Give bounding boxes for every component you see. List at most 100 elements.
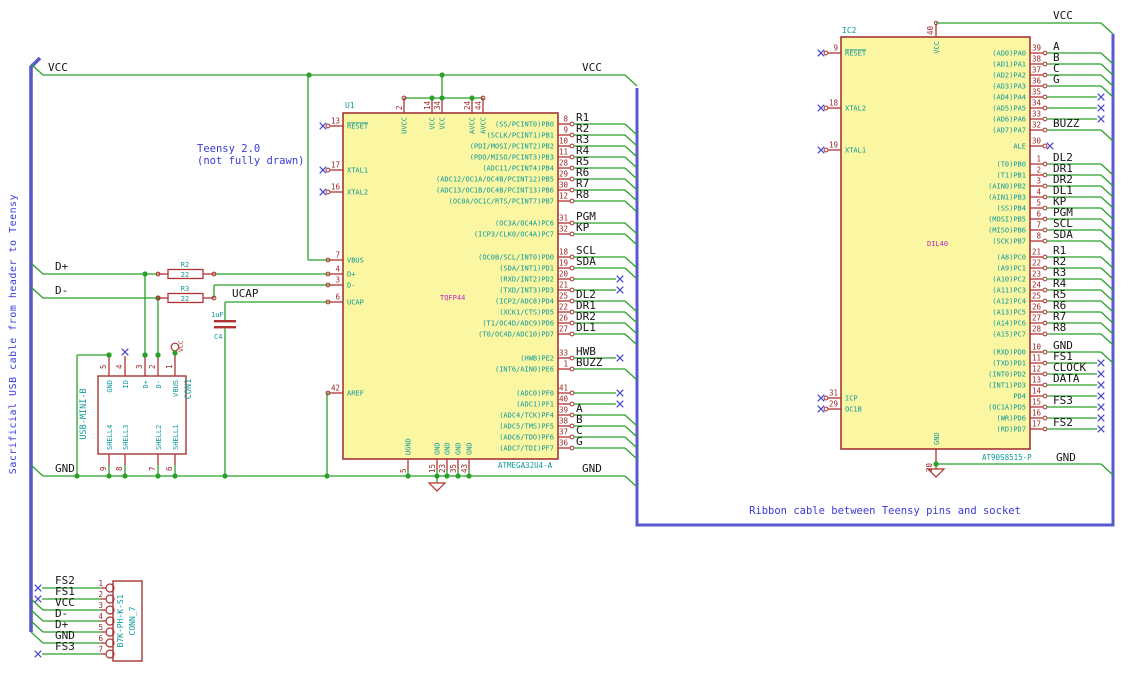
pin-name: (A10)PC2 <box>992 276 1026 284</box>
pin-number: 2 <box>1036 166 1041 175</box>
pin-number: 28 <box>559 159 569 168</box>
pin-number: 8 <box>1036 232 1041 241</box>
pin-number: 32 <box>1032 121 1041 130</box>
pin-name: (MISO)PB6 <box>988 227 1026 235</box>
pin-name: SHELL4 <box>106 425 114 450</box>
junction-dot <box>155 473 161 479</box>
pin-name: (T0)PB0 <box>996 161 1026 169</box>
pin-number: 5 <box>98 623 103 632</box>
pin-name: (SDA/INT1)PD1 <box>499 265 554 273</box>
pin-number: 40 <box>926 25 935 35</box>
pin-number: 11 <box>559 148 568 157</box>
pin-name: (SS/PCINT0)PB0 <box>495 121 554 129</box>
pin-name: (ADC13/OC1B/OC4B/PCINT13)PB6 <box>436 187 554 195</box>
pin-number: 29 <box>829 400 838 409</box>
pin-name: (OC1A)PD5 <box>988 404 1026 412</box>
junction-dot <box>142 352 148 358</box>
pin-number: 12 <box>1032 365 1041 374</box>
pin-name: (OC3A/OC4A)PC6 <box>495 220 554 228</box>
pin-number: 21 <box>559 281 568 290</box>
pin-name: RESET <box>347 123 369 131</box>
junction-dot <box>466 473 472 479</box>
net-label: G <box>576 435 583 448</box>
pin-number: 10 <box>1032 343 1042 352</box>
junction-dot <box>444 473 450 479</box>
pin-number: 31 <box>829 389 838 398</box>
pin-number: 43 <box>460 464 469 473</box>
junction-dot <box>155 352 161 358</box>
pin-number: 7 <box>335 251 340 260</box>
pin-name: (INT1)PD3 <box>988 382 1026 390</box>
net-label: DATA <box>1053 372 1080 385</box>
pin-number: 30 <box>1032 137 1042 146</box>
pin-name: (ADC6/TDO)PF6 <box>499 434 554 442</box>
c4-plate <box>214 320 236 323</box>
pin-number: 17 <box>1032 420 1041 429</box>
pin-name: (ADC0)PF0 <box>516 390 554 398</box>
junction-dot <box>469 95 475 101</box>
pin-name: (T1/OC4D/ADC9)PD6 <box>482 320 554 328</box>
pin-name: (A13)PC5 <box>992 309 1026 317</box>
pin-name: AREF <box>347 390 364 398</box>
pin-number: 12 <box>559 192 568 201</box>
pin-number: 34 <box>433 100 442 110</box>
pin-number: 38 <box>559 417 569 426</box>
pin-number: 31 <box>559 214 568 223</box>
component-ref: CON1 <box>184 379 194 399</box>
pin-number: 27 <box>559 325 568 334</box>
pin-name: (A14)PC6 <box>992 320 1026 328</box>
pin-number: 8 <box>115 466 124 471</box>
pin-number: 41 <box>559 384 568 393</box>
pin-name: OC1B <box>845 406 862 414</box>
pin-name: (RD)PD7 <box>996 426 1026 434</box>
pin-name: ICP <box>845 395 858 403</box>
pin-number: 23 <box>1032 270 1041 279</box>
net-label: FS3 <box>1053 394 1073 407</box>
pin-number: 8 <box>563 115 568 124</box>
pin-number: 21 <box>1032 248 1041 257</box>
pin-number: 11 <box>1032 354 1041 363</box>
pin-number: 1 <box>1036 155 1041 164</box>
pin-number: 38 <box>1032 55 1042 64</box>
pin-number: 2 <box>148 364 157 369</box>
junction-dot <box>74 473 80 479</box>
net-label-gnd-mid: GND <box>582 462 602 475</box>
pin-name: (MOSI)PB5 <box>988 216 1026 224</box>
pin-name: (ADC4/TCK)PF4 <box>499 412 554 420</box>
pin-name: AVCC <box>480 117 488 134</box>
note-sacrificial-usb-cable: Sacrificial USB cable from header to Tee… <box>8 194 19 474</box>
pin-name: (ICP2/ADC8)PD4 <box>495 298 554 306</box>
junction-dot <box>405 473 411 479</box>
pin-name: PD4 <box>1013 393 1026 401</box>
net-label: FS2 <box>1053 416 1073 429</box>
pin-name: D- <box>155 380 163 388</box>
pin-number: 30 <box>559 181 569 190</box>
pin-name: (OC0A/OC1C/RTS/PCINT7)PB7 <box>449 198 554 206</box>
pin-name: D- <box>347 282 355 290</box>
pin-name: XTAL1 <box>845 147 866 155</box>
pin-number: 7 <box>148 466 157 471</box>
note-teensy-line1: Teensy 2.0 <box>197 143 260 155</box>
pin-name: GND <box>466 442 474 455</box>
net-label-dminus: D- <box>55 284 68 297</box>
pin-number: 35 <box>449 464 458 473</box>
pin-name: GND <box>106 380 114 393</box>
pin-number: 20 <box>559 270 569 279</box>
junction-dot <box>106 473 112 479</box>
component-value: AT90S8515-P <box>982 453 1032 462</box>
pin-name: VBUS <box>172 380 180 397</box>
pin-number: 4 <box>335 265 340 274</box>
pin-name: (TXD/INT3)PD3 <box>499 287 554 295</box>
pin-number: 4 <box>115 364 124 369</box>
pin-name: (SCLK/PCINT1)PB1 <box>487 132 554 140</box>
pin-name: AVCC <box>469 117 477 134</box>
pin-number: 24 <box>463 100 472 110</box>
pin-name: (RXD/INT2)PD2 <box>499 276 554 284</box>
pin-number: 16 <box>1032 409 1042 418</box>
junction-dot <box>324 473 330 479</box>
pin-number: 5 <box>399 468 408 473</box>
net-label-gnd-right: GND <box>1056 451 1076 464</box>
power-flag-label: VCC <box>177 340 185 352</box>
pin-number: 9 <box>833 44 838 53</box>
pin-number: 40 <box>559 395 569 404</box>
